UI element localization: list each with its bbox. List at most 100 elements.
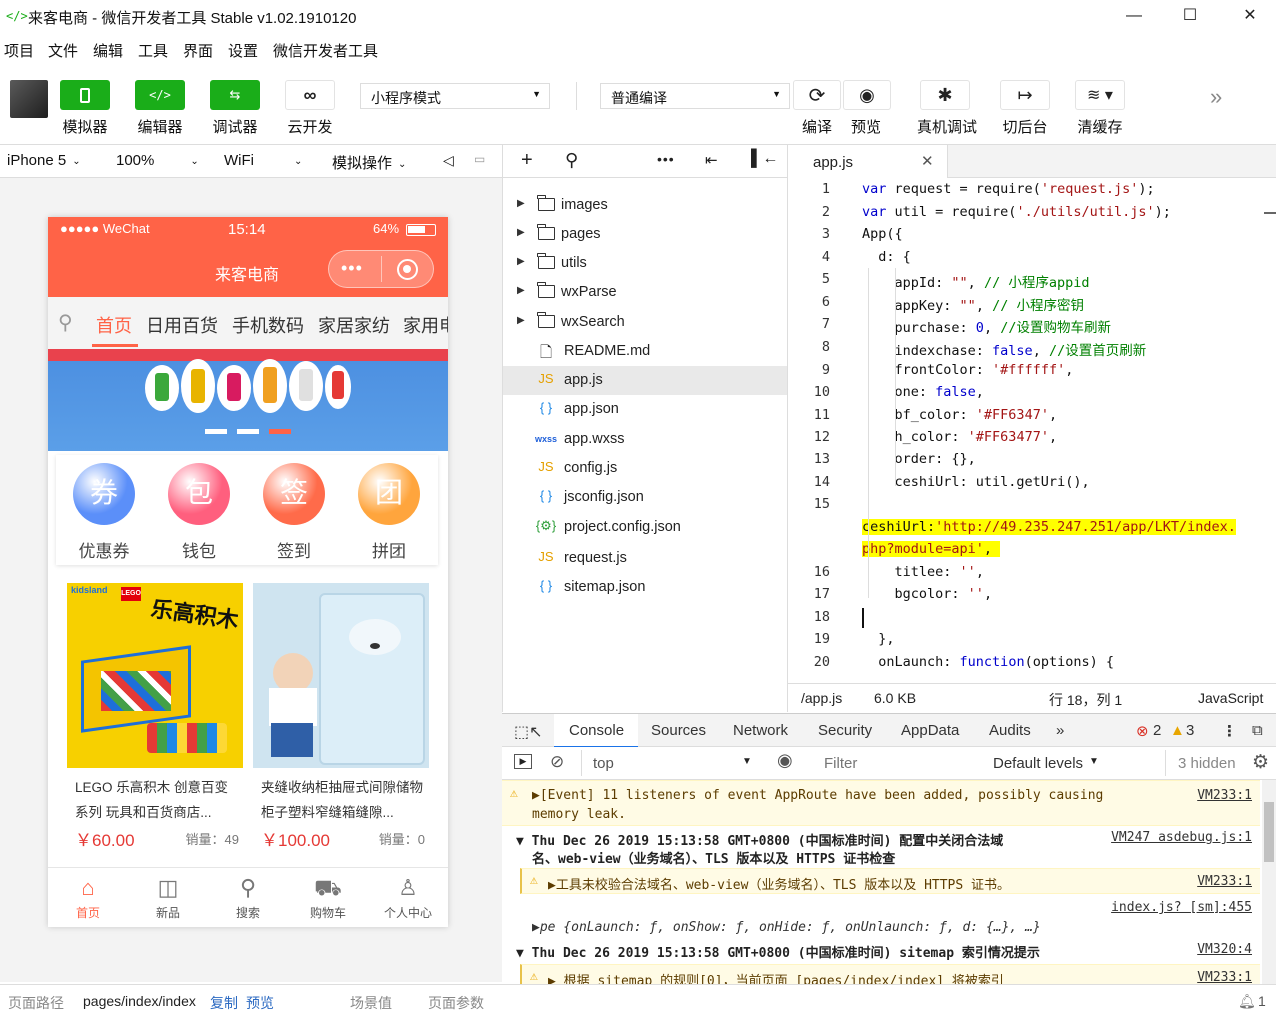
tree-item-readme[interactable]: 🗋 README.md bbox=[503, 337, 787, 366]
tab-console[interactable]: Console bbox=[569, 722, 624, 739]
mode-select[interactable]: 小程序模式 ▼ bbox=[360, 83, 550, 109]
code-editor[interactable]: 1 var request = require('request.js'); 2 va… bbox=[788, 178, 1276, 680]
sidebar-toggle-icon[interactable]: ▶ bbox=[514, 754, 532, 769]
console-source-link[interactable]: VM233:1 bbox=[1197, 874, 1252, 889]
tree-item-images[interactable]: ▶ images bbox=[503, 191, 787, 220]
window-icon[interactable]: ▭ bbox=[474, 152, 485, 166]
remote-debug-button[interactable]: ✱ bbox=[920, 80, 970, 110]
debugger-button[interactable]: ⇆ bbox=[210, 80, 260, 110]
tree-item-app-json[interactable]: { } app.json bbox=[503, 395, 787, 424]
dock-icon[interactable]: ⧉ bbox=[1252, 722, 1263, 739]
status-position[interactable]: 行 18，列 1 bbox=[1049, 690, 1122, 710]
cloud-button[interactable]: ∞ bbox=[285, 80, 335, 110]
tab-home[interactable]: 首页 bbox=[96, 312, 132, 338]
code-line[interactable]: appId: "", // 小程序appid bbox=[862, 271, 1090, 291]
tree-item-app-js[interactable]: JS app.js bbox=[503, 366, 787, 395]
copy-link[interactable]: 复制 bbox=[210, 993, 238, 1013]
menu-settings[interactable]: 设置 bbox=[228, 40, 258, 61]
tab-audits[interactable]: Audits bbox=[989, 722, 1031, 739]
console-source-link[interactable]: VM233:1 bbox=[1197, 970, 1252, 984]
expand-arrow-icon[interactable]: ▶ bbox=[517, 198, 525, 209]
tree-item-wxparse[interactable]: ▶ wxParse bbox=[503, 278, 787, 307]
carousel-dot[interactable] bbox=[237, 429, 259, 434]
tree-item-app-wxss[interactable]: wxss app.wxss bbox=[503, 425, 787, 454]
carousel-dot-active[interactable] bbox=[269, 429, 291, 434]
code-line[interactable]: ceshiUrl:'http://49.235.247.251/app/LKT/… bbox=[862, 519, 1236, 535]
preview-button[interactable]: ◉ bbox=[843, 80, 891, 110]
console-filter-input[interactable] bbox=[818, 750, 984, 776]
checkin-icon[interactable]: 签 bbox=[263, 463, 325, 525]
more-dots-icon[interactable]: ••• bbox=[657, 151, 675, 167]
menu-project[interactable]: 项目 bbox=[4, 40, 34, 61]
code-line[interactable]: bf_color: '#FF6347', bbox=[862, 407, 1058, 423]
product-card[interactable]: kidsland LEGO 乐高积木 LEGO 乐高积木 创意百变系列 玩具和百… bbox=[67, 583, 243, 850]
tab-sources[interactable]: Sources bbox=[651, 722, 706, 739]
console-source-link[interactable]: index.js? [sm]:455 bbox=[1111, 900, 1252, 915]
tab-daily[interactable]: 日用百货 bbox=[146, 312, 218, 338]
inspect-icon[interactable]: ⬚↖ bbox=[514, 722, 543, 742]
error-icon[interactable]: ⊗ bbox=[1136, 722, 1149, 740]
avatar[interactable] bbox=[10, 80, 48, 118]
add-icon[interactable]: + bbox=[521, 149, 533, 172]
editor-tab-app-js[interactable]: app.js ✕ bbox=[788, 145, 948, 179]
code-line[interactable]: php?module=api', bbox=[862, 541, 1001, 557]
console-group[interactable]: ▼ Thu Dec 26 2019 15:13:58 GMT+0800 (中国标… bbox=[502, 938, 1260, 964]
code-line[interactable]: frontColor: '#ffffff', bbox=[862, 362, 1074, 378]
settings-gear-icon[interactable]: ⚙ bbox=[1252, 751, 1269, 774]
code-line[interactable]: App({ bbox=[862, 226, 903, 242]
tab-network[interactable]: Network bbox=[733, 722, 788, 739]
clear-cache-button[interactable]: ≋ ▾ bbox=[1075, 80, 1125, 110]
search-icon[interactable]: ⚲ bbox=[58, 310, 73, 335]
console-source-link[interactable]: VM247 asdebug.js:1 bbox=[1111, 830, 1252, 845]
bell-icon[interactable]: 🔔︎ bbox=[1238, 993, 1256, 1010]
expand-arrow-icon[interactable]: ▶ bbox=[517, 256, 525, 267]
tab-home-textile[interactable]: 家居家纺 bbox=[318, 312, 390, 338]
tree-item-utils[interactable]: ▶ utils bbox=[503, 249, 787, 278]
menu-tools[interactable]: 工具 bbox=[138, 40, 168, 61]
search-icon[interactable]: ⚲ bbox=[565, 150, 578, 171]
console-warning[interactable]: ⚠ ▶工具未校验合法域名、web-view（业务域名）、TLS 版本以及 HTT… bbox=[520, 868, 1260, 894]
code-line[interactable]: h_color: '#FF63477', bbox=[862, 429, 1058, 445]
code-line[interactable]: titlee: '', bbox=[862, 564, 984, 580]
code-line[interactable]: indexchase: false, //设置首页刷新 bbox=[862, 339, 1147, 359]
tab-appdata[interactable]: AppData bbox=[901, 722, 959, 739]
maximize-button[interactable]: ☐ bbox=[1170, 4, 1210, 28]
action-select[interactable]: 模拟操作 ⌄ bbox=[332, 152, 406, 173]
code-line[interactable]: }, bbox=[862, 631, 894, 647]
tree-item-wxsearch[interactable]: ▶ wxSearch bbox=[503, 308, 787, 337]
tab-appliances[interactable]: 家用电器 bbox=[403, 312, 448, 338]
console-log[interactable]: index.js? [sm]:455 ▶pe {onLaunch: ƒ, onS… bbox=[520, 894, 1260, 938]
product-card[interactable]: 夹缝收纳柜抽屉式间隙储物柜子塑料窄缝箱缝隙... ￥100.00 销量：0 bbox=[253, 583, 429, 850]
preview-link[interactable]: 预览 bbox=[246, 993, 274, 1013]
expand-arrow-icon[interactable]: ▶ bbox=[517, 315, 525, 326]
more-chevron-icon[interactable]: » bbox=[1210, 84, 1222, 110]
close-button[interactable]: ✕ bbox=[1230, 4, 1270, 28]
simulator-button[interactable] bbox=[60, 80, 110, 110]
clear-console-icon[interactable]: ⊘ bbox=[550, 752, 564, 772]
code-line[interactable]: var util = require('./utils/util.js'); bbox=[862, 204, 1171, 220]
expand-arrow-icon[interactable]: ▶ bbox=[517, 285, 525, 296]
status-language[interactable]: JavaScript bbox=[1198, 690, 1263, 706]
tree-item-config-js[interactable]: JS config.js bbox=[503, 454, 787, 483]
levels-select[interactable]: Default levels bbox=[993, 755, 1083, 772]
tree-item-pages[interactable]: ▶ pages bbox=[503, 220, 787, 249]
menu-edit[interactable]: 编辑 bbox=[93, 40, 123, 61]
editor-button[interactable]: </> bbox=[135, 80, 185, 110]
tree-item-jsconfig[interactable]: { } jsconfig.json bbox=[503, 483, 787, 512]
tabbar-search[interactable]: ⚲ 搜索 bbox=[208, 872, 288, 921]
banner-carousel[interactable] bbox=[48, 349, 448, 451]
code-line[interactable]: purchase: 0, //设置购物车刷新 bbox=[862, 316, 1111, 336]
device-select[interactable]: iPhone 5 ⌄ bbox=[7, 152, 81, 169]
console-scrollbar[interactable] bbox=[1262, 780, 1276, 984]
group-buy-icon[interactable]: 团 bbox=[358, 463, 420, 525]
carousel-dot[interactable] bbox=[205, 429, 227, 434]
network-select[interactable]: WiFi ⌄ bbox=[224, 152, 302, 169]
eye-icon[interactable]: ◉ bbox=[777, 750, 793, 771]
tab-digital[interactable]: 手机数码 bbox=[232, 312, 304, 338]
console-warning[interactable]: ⚠ ▶[Event] 11 listeners of event AppRout… bbox=[502, 780, 1260, 826]
code-line[interactable]: var request = require('request.js'); bbox=[862, 181, 1155, 197]
close-tab-icon[interactable]: ✕ bbox=[921, 152, 934, 170]
more-tabs-icon[interactable]: » bbox=[1056, 722, 1064, 739]
kebab-menu-icon[interactable]: ⋮ bbox=[1222, 722, 1237, 740]
tabbar-profile[interactable]: ♙ 个人中心 bbox=[368, 872, 448, 921]
